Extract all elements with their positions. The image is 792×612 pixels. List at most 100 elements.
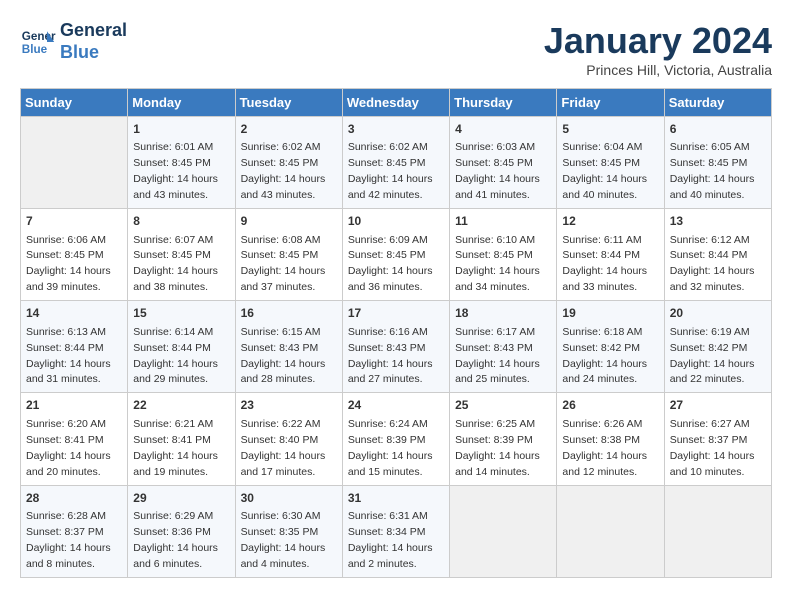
calendar-day-cell: 6 Sunrise: 6:05 AM Sunset: 8:45 PM Dayli… xyxy=(664,117,771,209)
sunset-info: Sunset: 8:45 PM xyxy=(348,249,426,261)
sunset-info: Sunset: 8:44 PM xyxy=(26,342,104,354)
weekday-header-cell: Thursday xyxy=(450,89,557,117)
calendar-day-cell: 12 Sunrise: 6:11 AM Sunset: 8:44 PM Dayl… xyxy=(557,209,664,301)
daylight-info: Daylight: 14 hours and 8 minutes. xyxy=(26,542,111,570)
calendar-day-cell: 8 Sunrise: 6:07 AM Sunset: 8:45 PM Dayli… xyxy=(128,209,235,301)
sunset-info: Sunset: 8:45 PM xyxy=(348,157,426,169)
calendar-day-cell: 19 Sunrise: 6:18 AM Sunset: 8:42 PM Dayl… xyxy=(557,301,664,393)
sunset-info: Sunset: 8:43 PM xyxy=(348,342,426,354)
sunrise-info: Sunrise: 6:01 AM xyxy=(133,141,213,153)
sunset-info: Sunset: 8:43 PM xyxy=(241,342,319,354)
day-number: 6 xyxy=(670,121,766,138)
daylight-info: Daylight: 14 hours and 39 minutes. xyxy=(26,265,111,293)
sunrise-info: Sunrise: 6:28 AM xyxy=(26,510,106,522)
daylight-info: Daylight: 14 hours and 25 minutes. xyxy=(455,358,540,386)
page-header: General Blue General Blue January 2024 P… xyxy=(20,20,772,78)
calendar-day-cell: 23 Sunrise: 6:22 AM Sunset: 8:40 PM Dayl… xyxy=(235,393,342,485)
weekday-header-cell: Wednesday xyxy=(342,89,449,117)
day-number: 14 xyxy=(26,305,122,322)
calendar-body: 1 Sunrise: 6:01 AM Sunset: 8:45 PM Dayli… xyxy=(21,117,772,578)
sunset-info: Sunset: 8:37 PM xyxy=(26,526,104,538)
calendar-day-cell: 11 Sunrise: 6:10 AM Sunset: 8:45 PM Dayl… xyxy=(450,209,557,301)
daylight-info: Daylight: 14 hours and 2 minutes. xyxy=(348,542,433,570)
calendar-day-cell: 28 Sunrise: 6:28 AM Sunset: 8:37 PM Dayl… xyxy=(21,485,128,577)
calendar-week-row: 21 Sunrise: 6:20 AM Sunset: 8:41 PM Dayl… xyxy=(21,393,772,485)
day-number: 27 xyxy=(670,397,766,414)
daylight-info: Daylight: 14 hours and 12 minutes. xyxy=(562,450,647,478)
daylight-info: Daylight: 14 hours and 38 minutes. xyxy=(133,265,218,293)
daylight-info: Daylight: 14 hours and 19 minutes. xyxy=(133,450,218,478)
calendar-day-cell: 5 Sunrise: 6:04 AM Sunset: 8:45 PM Dayli… xyxy=(557,117,664,209)
sunrise-info: Sunrise: 6:17 AM xyxy=(455,326,535,338)
sunrise-info: Sunrise: 6:30 AM xyxy=(241,510,321,522)
sunset-info: Sunset: 8:45 PM xyxy=(670,157,748,169)
calendar-day-cell xyxy=(21,117,128,209)
calendar-day-cell: 30 Sunrise: 6:30 AM Sunset: 8:35 PM Dayl… xyxy=(235,485,342,577)
day-number: 11 xyxy=(455,213,551,230)
day-number: 25 xyxy=(455,397,551,414)
sunrise-info: Sunrise: 6:09 AM xyxy=(348,234,428,246)
daylight-info: Daylight: 14 hours and 42 minutes. xyxy=(348,173,433,201)
sunrise-info: Sunrise: 6:21 AM xyxy=(133,418,213,430)
sunrise-info: Sunrise: 6:22 AM xyxy=(241,418,321,430)
sunrise-info: Sunrise: 6:25 AM xyxy=(455,418,535,430)
calendar-week-row: 28 Sunrise: 6:28 AM Sunset: 8:37 PM Dayl… xyxy=(21,485,772,577)
sunset-info: Sunset: 8:44 PM xyxy=(670,249,748,261)
day-number: 19 xyxy=(562,305,658,322)
calendar-table: SundayMondayTuesdayWednesdayThursdayFrid… xyxy=(20,88,772,578)
day-number: 13 xyxy=(670,213,766,230)
daylight-info: Daylight: 14 hours and 43 minutes. xyxy=(133,173,218,201)
calendar-day-cell: 10 Sunrise: 6:09 AM Sunset: 8:45 PM Dayl… xyxy=(342,209,449,301)
logo-icon: General Blue xyxy=(20,24,56,60)
sunset-info: Sunset: 8:40 PM xyxy=(241,434,319,446)
weekday-header-cell: Sunday xyxy=(21,89,128,117)
calendar-day-cell: 17 Sunrise: 6:16 AM Sunset: 8:43 PM Dayl… xyxy=(342,301,449,393)
title-block: January 2024 Princes Hill, Victoria, Aus… xyxy=(544,20,772,78)
sunset-info: Sunset: 8:37 PM xyxy=(670,434,748,446)
sunset-info: Sunset: 8:35 PM xyxy=(241,526,319,538)
sunset-info: Sunset: 8:41 PM xyxy=(133,434,211,446)
day-number: 18 xyxy=(455,305,551,322)
calendar-day-cell: 13 Sunrise: 6:12 AM Sunset: 8:44 PM Dayl… xyxy=(664,209,771,301)
sunrise-info: Sunrise: 6:27 AM xyxy=(670,418,750,430)
daylight-info: Daylight: 14 hours and 33 minutes. xyxy=(562,265,647,293)
day-number: 26 xyxy=(562,397,658,414)
day-number: 16 xyxy=(241,305,337,322)
calendar-day-cell: 26 Sunrise: 6:26 AM Sunset: 8:38 PM Dayl… xyxy=(557,393,664,485)
calendar-day-cell: 31 Sunrise: 6:31 AM Sunset: 8:34 PM Dayl… xyxy=(342,485,449,577)
calendar-day-cell: 14 Sunrise: 6:13 AM Sunset: 8:44 PM Dayl… xyxy=(21,301,128,393)
sunset-info: Sunset: 8:42 PM xyxy=(562,342,640,354)
sunrise-info: Sunrise: 6:14 AM xyxy=(133,326,213,338)
sunrise-info: Sunrise: 6:29 AM xyxy=(133,510,213,522)
sunrise-info: Sunrise: 6:11 AM xyxy=(562,234,641,246)
sunrise-info: Sunrise: 6:02 AM xyxy=(348,141,428,153)
daylight-info: Daylight: 14 hours and 10 minutes. xyxy=(670,450,755,478)
weekday-header-cell: Tuesday xyxy=(235,89,342,117)
calendar-day-cell: 1 Sunrise: 6:01 AM Sunset: 8:45 PM Dayli… xyxy=(128,117,235,209)
sunset-info: Sunset: 8:42 PM xyxy=(670,342,748,354)
day-number: 8 xyxy=(133,213,229,230)
sunset-info: Sunset: 8:45 PM xyxy=(455,249,533,261)
day-number: 28 xyxy=(26,490,122,507)
calendar-day-cell xyxy=(450,485,557,577)
sunrise-info: Sunrise: 6:16 AM xyxy=(348,326,428,338)
day-number: 7 xyxy=(26,213,122,230)
logo: General Blue General Blue xyxy=(20,20,127,63)
calendar-day-cell: 29 Sunrise: 6:29 AM Sunset: 8:36 PM Dayl… xyxy=(128,485,235,577)
calendar-week-row: 1 Sunrise: 6:01 AM Sunset: 8:45 PM Dayli… xyxy=(21,117,772,209)
calendar-day-cell: 27 Sunrise: 6:27 AM Sunset: 8:37 PM Dayl… xyxy=(664,393,771,485)
logo-text-general: General xyxy=(60,20,127,42)
calendar-day-cell: 9 Sunrise: 6:08 AM Sunset: 8:45 PM Dayli… xyxy=(235,209,342,301)
sunrise-info: Sunrise: 6:03 AM xyxy=(455,141,535,153)
day-number: 30 xyxy=(241,490,337,507)
month-title: January 2024 xyxy=(544,20,772,62)
day-number: 3 xyxy=(348,121,444,138)
daylight-info: Daylight: 14 hours and 24 minutes. xyxy=(562,358,647,386)
daylight-info: Daylight: 14 hours and 36 minutes. xyxy=(348,265,433,293)
weekday-header-cell: Saturday xyxy=(664,89,771,117)
day-number: 5 xyxy=(562,121,658,138)
sunset-info: Sunset: 8:38 PM xyxy=(562,434,640,446)
daylight-info: Daylight: 14 hours and 20 minutes. xyxy=(26,450,111,478)
location: Princes Hill, Victoria, Australia xyxy=(544,62,772,78)
calendar-day-cell: 24 Sunrise: 6:24 AM Sunset: 8:39 PM Dayl… xyxy=(342,393,449,485)
